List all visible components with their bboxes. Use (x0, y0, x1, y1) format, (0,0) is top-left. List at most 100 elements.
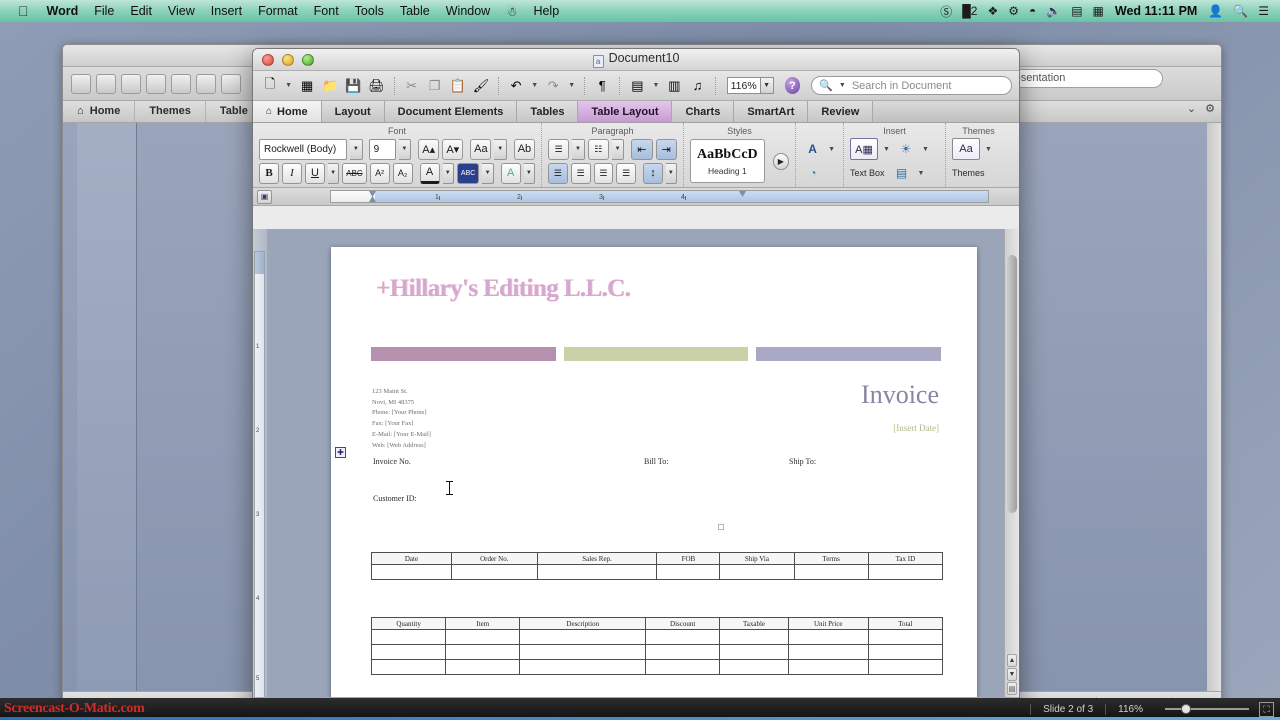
styles-pane-caret-icon[interactable]: ▼ (828, 146, 835, 153)
bg-tab-home[interactable]: ⌂ Home (63, 101, 136, 122)
document-vertical-scrollbar[interactable]: ▲ ▼ ▤ (1004, 229, 1019, 697)
table-cell[interactable] (645, 629, 721, 645)
font-name-dropdown[interactable]: ▼ (350, 138, 363, 160)
tab-tables[interactable]: Tables (517, 101, 579, 122)
tab-layout[interactable]: Layout (321, 101, 385, 122)
toolbar-zoom-stepper[interactable]: ▼ (760, 77, 774, 94)
underline-button[interactable]: U (305, 162, 325, 184)
table-cell[interactable] (519, 629, 647, 645)
media-browser-button[interactable]: ♫ (688, 75, 708, 97)
table-cell[interactable] (719, 564, 795, 580)
scroll-down-button[interactable]: ▼ (1007, 668, 1017, 681)
field-invoice-no[interactable]: Invoice No. (373, 457, 411, 466)
highlight-dropdown[interactable]: ▼ (482, 162, 494, 184)
show-formatting-button[interactable]: ¶ (592, 75, 612, 97)
align-center-button[interactable]: ☰ (570, 162, 591, 184)
subscript-button[interactable]: A₂ (392, 162, 413, 184)
tab-table-layout[interactable]: Table Layout (578, 101, 673, 122)
redo-button[interactable]: ↷ (543, 75, 563, 97)
table-cell[interactable] (371, 564, 452, 580)
scroll-up-button[interactable]: ▲ (1007, 654, 1017, 667)
copy-button[interactable]: ❐ (425, 75, 445, 97)
format-painter-button[interactable]: 🖌 (471, 75, 491, 97)
word-window[interactable]: a Document10 🗋 ▼ ▦ 📁 💾 🖨 ✂ ❐ 📋 🖌 ↶ ▼ ↷ ▼ (252, 48, 1020, 720)
italic-button[interactable]: I (282, 162, 302, 184)
change-case-button[interactable]: Aa (470, 138, 492, 160)
table-cell[interactable] (719, 644, 789, 660)
bg-toolbar-icon-4[interactable] (146, 73, 166, 94)
numbering-dropdown[interactable]: ▼ (611, 138, 625, 160)
dropbox-icon[interactable]: ❖ (982, 4, 1003, 18)
bg-toolbar-icon-6[interactable] (196, 73, 216, 94)
table-cell[interactable] (445, 644, 521, 660)
menu-item-window[interactable]: Window (438, 4, 498, 18)
superscript-button[interactable]: A² (369, 162, 390, 184)
document-area[interactable]: 1 2 3 4 5 +Hillary's Editing L.L.C. 123 … (253, 229, 1019, 697)
undo-button[interactable]: ↶ (506, 75, 526, 97)
recorder-zoom-slider[interactable] (1165, 704, 1249, 714)
bg-toolbar-icon-3[interactable] (121, 73, 141, 94)
table-cell[interactable] (370, 629, 447, 645)
horizontal-ruler[interactable]: 1 2 3 4 (330, 190, 989, 203)
scrollbar-thumb[interactable] (1007, 255, 1017, 513)
menu-item-word[interactable]: Word (39, 4, 87, 18)
table-cell[interactable] (719, 659, 789, 675)
battery-icon[interactable]: ▤ (1066, 4, 1087, 18)
search-scope-caret-icon[interactable]: ▼ (839, 82, 846, 89)
invoice-title[interactable]: Invoice (861, 380, 939, 410)
toolbar-zoom-value[interactable]: 116% (726, 77, 761, 94)
toolbar-zoom-control[interactable]: 116% ▼ (726, 77, 774, 94)
sidebar-button[interactable]: ▤ (627, 75, 647, 97)
font-size-dropdown[interactable]: ▼ (398, 138, 412, 160)
document-page[interactable]: +Hillary's Editing L.L.C. 123 Maint St. … (331, 247, 977, 697)
font-size-input[interactable]: 9 (368, 138, 396, 160)
line-spacing-button[interactable]: ↕ (643, 162, 663, 184)
bg-toolbar-icon-2[interactable] (96, 73, 116, 94)
chevron-down-icon[interactable]: ⌄ (1187, 102, 1196, 115)
table-cell[interactable] (793, 564, 869, 580)
table-cell[interactable] (867, 644, 944, 660)
show-hide-ruler-button[interactable]: ▣ (257, 189, 272, 204)
company-address-block[interactable]: 123 Maint St. Novi, MI 48375 Phone: [You… (372, 387, 431, 451)
menu-item-format[interactable]: Format (250, 4, 306, 18)
justify-button[interactable]: ☰ (616, 162, 637, 184)
flame-icon[interactable]: ☃ (498, 4, 525, 19)
font-name-input[interactable]: Rockwell (Body) (259, 138, 348, 160)
tab-document-elements[interactable]: Document Elements (384, 101, 518, 122)
paste-button[interactable]: 📋 (448, 75, 468, 97)
fullscreen-icon[interactable]: ⛶ (1259, 701, 1274, 717)
cut-button[interactable]: ✂ (402, 75, 422, 97)
tab-home[interactable]: ⌂ Home (253, 101, 322, 122)
table-cell[interactable] (519, 659, 647, 675)
apple-icon[interactable]:  (18, 4, 29, 18)
table-cell[interactable] (536, 564, 658, 580)
menu-item-table[interactable]: Table (392, 4, 438, 18)
table-cell[interactable] (645, 644, 721, 660)
theme-style-button[interactable]: ◔ (802, 163, 824, 184)
text-effects-button[interactable]: A (500, 162, 521, 184)
table-cell[interactable] (450, 564, 538, 580)
undo-caret-icon[interactable]: ▼ (531, 82, 538, 89)
text-box-button[interactable]: A▦ (850, 138, 878, 160)
new-document-caret-icon[interactable]: ▼ (285, 82, 292, 89)
field-ship-to[interactable]: Ship To: (789, 457, 816, 466)
help-button[interactable]: ? (784, 77, 801, 94)
line-spacing-dropdown[interactable]: ▼ (665, 162, 677, 184)
table-cell[interactable] (445, 629, 521, 645)
strikethrough-button[interactable]: ABC (342, 162, 367, 184)
sidebar-caret-icon[interactable]: ▼ (652, 82, 659, 89)
style-heading1-preview[interactable]: AaBbCcD Heading 1 (690, 139, 765, 183)
table-cell[interactable] (787, 629, 869, 645)
themes-gallery-button[interactable]: Aa (952, 138, 980, 160)
table-cell[interactable] (370, 659, 447, 675)
user-icon[interactable]: 👤 (1203, 4, 1228, 18)
bold-button[interactable]: B (259, 162, 279, 184)
vertical-ruler[interactable]: 1 2 3 4 5 (254, 251, 265, 697)
volume-icon[interactable]: 🔈 (1041, 4, 1066, 18)
search-icon[interactable]: 🔍 (1228, 4, 1253, 18)
tab-review[interactable]: Review (808, 101, 874, 122)
menu-item-file[interactable]: File (86, 4, 122, 18)
menu-item-font[interactable]: Font (306, 4, 347, 18)
calendar-icon[interactable]: ▦ (1088, 4, 1109, 18)
word-titlebar[interactable]: a Document10 (253, 49, 1019, 71)
